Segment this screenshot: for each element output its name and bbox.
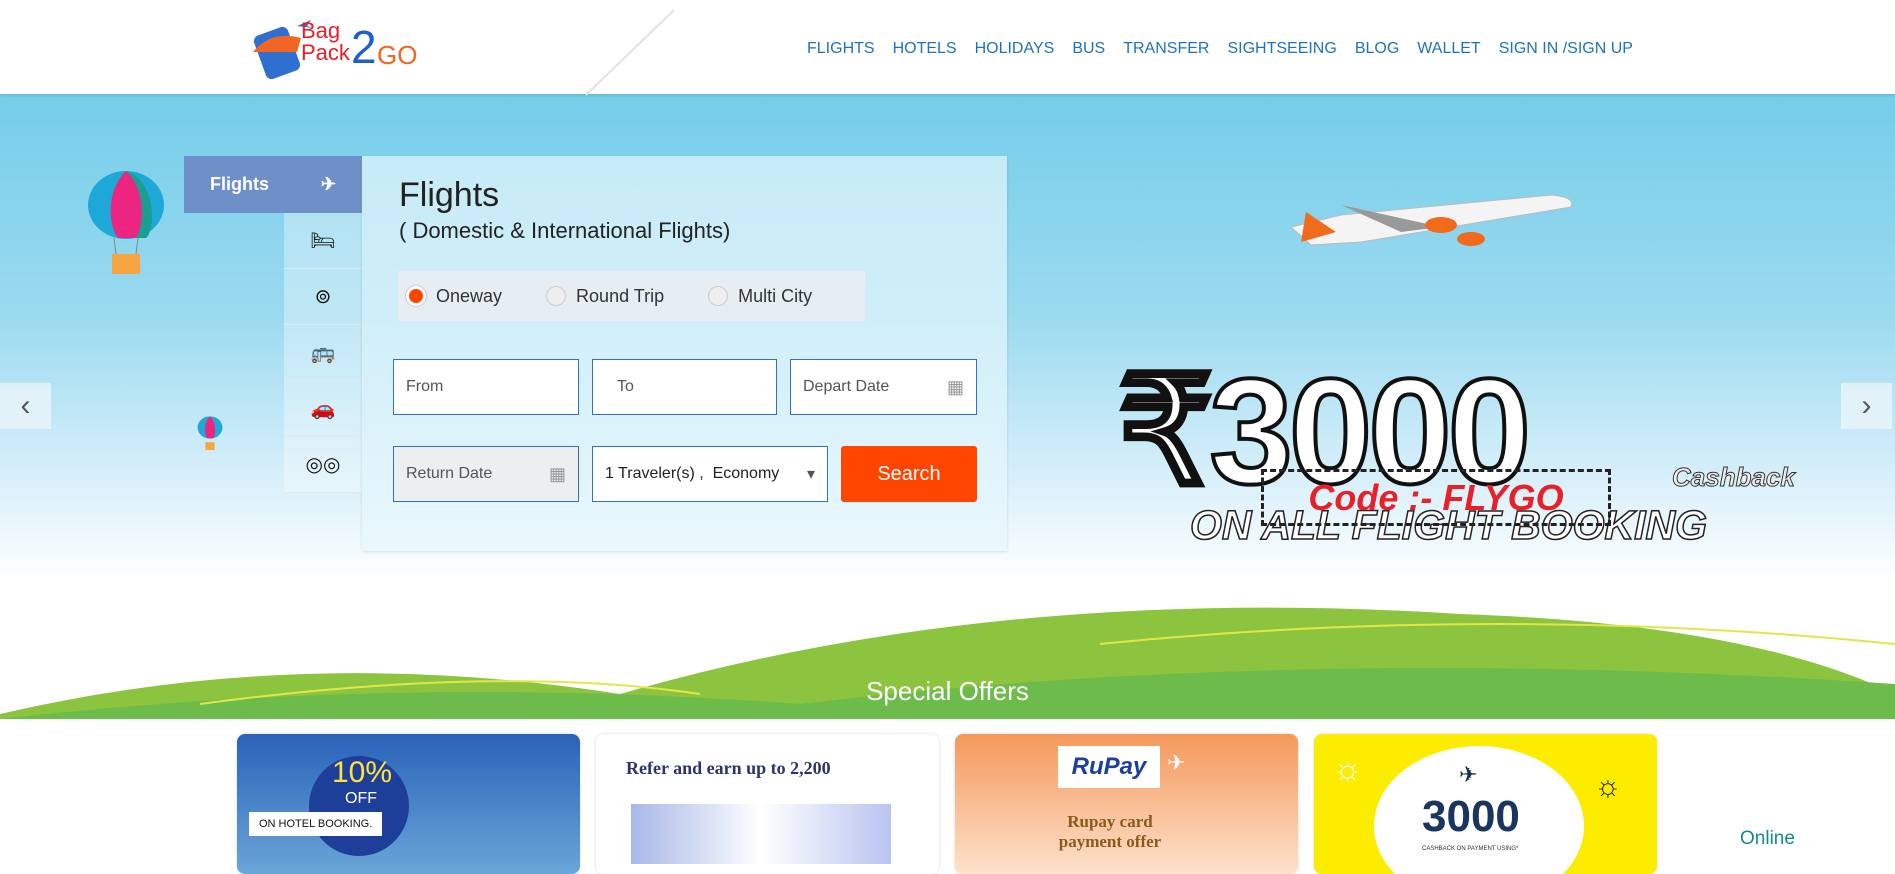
to-placeholder: To	[617, 378, 634, 395]
logo-text-pack: Pack	[301, 40, 350, 65]
from-input[interactable]: From	[393, 359, 579, 415]
trip-type-group: Oneway Round Trip Multi City	[398, 271, 865, 321]
nav-bus[interactable]: BUS	[1072, 40, 1105, 58]
nav-sign-in[interactable]: SIGN IN /SIGN UP	[1499, 40, 1633, 58]
radio-round-trip[interactable]: Round Trip	[546, 286, 664, 307]
calendar-icon: ▦	[548, 463, 566, 484]
carousel-next-button[interactable]: ›	[1841, 383, 1892, 429]
car-icon: 🚗	[310, 398, 336, 420]
logo-text-2: 2	[351, 21, 377, 73]
airplane-icon: ✈	[1167, 750, 1186, 775]
travelers-select[interactable]: 1 Traveler(s) , Economy ▾	[592, 446, 828, 502]
offer-text: Refer and earn up to 2,200	[626, 758, 831, 778]
holiday-icon: ⊚	[314, 286, 332, 308]
sun-icon: ☼	[1594, 770, 1622, 803]
offer-card-rupay[interactable]: RuPay ✈ Rupay card payment offer	[955, 734, 1298, 874]
flight-search-panel: Flights ( Domestic & International Fligh…	[362, 156, 1007, 551]
main-nav: FLIGHTS HOTELS HOLIDAYS BUS TRANSFER SIG…	[807, 40, 1651, 58]
offer-text: CASHBACK ON PAYMENT USING*	[1422, 846, 1519, 852]
offer-off: OFF	[345, 790, 377, 807]
offer-card-cashback[interactable]: ✈ 3000 CASHBACK ON PAYMENT USING* ☼ ☼	[1314, 734, 1657, 874]
offer-card-hotel[interactable]: 10% OFF ON HOTEL BOOKING.	[237, 734, 580, 874]
offer-text: Rupay card payment offer	[1058, 812, 1162, 851]
chat-status[interactable]: Online	[1740, 828, 1795, 850]
caret-down-icon: ▾	[806, 466, 815, 483]
nav-flights[interactable]: FLIGHTS	[807, 40, 875, 58]
balloon-icon	[88, 171, 164, 274]
radio-empty-icon	[708, 286, 729, 306]
depart-date-input[interactable]: Depart Date ▦	[790, 359, 977, 415]
airplane-icon: ✈	[1459, 762, 1478, 787]
from-placeholder: From	[406, 378, 444, 395]
nav-holidays[interactable]: HOLIDAYS	[975, 40, 1055, 58]
tab-flights-label: Flights	[210, 174, 269, 194]
cashback-label: Cashback	[1672, 462, 1796, 493]
sightseeing-icon: ◎◎	[305, 454, 341, 476]
radio-label: Oneway	[436, 285, 503, 306]
to-input[interactable]: To	[592, 359, 777, 415]
offer-card-refer[interactable]: Refer and earn up to 2,200	[596, 734, 939, 874]
airplane-icon: ✈	[320, 174, 336, 194]
promo-code: Code :- FLYGO	[1261, 469, 1611, 526]
tab-holidays[interactable]: ⊚	[284, 269, 362, 325]
chevron-left-icon: ‹	[20, 389, 31, 422]
panel-title: Flights	[399, 176, 500, 214]
sun-icon: ☼	[1332, 750, 1364, 788]
tab-hotels[interactable]: 🛏	[284, 213, 362, 269]
hotel-icon: 🛏	[310, 230, 336, 252]
tab-sightseeing[interactable]: ◎◎	[284, 437, 362, 493]
nav-hotels[interactable]: HOTELS	[893, 40, 957, 58]
radio-multi-city[interactable]: Multi City	[708, 286, 812, 307]
nav-sightseeing[interactable]: SIGHTSEEING	[1227, 40, 1336, 58]
carousel-prev-button[interactable]: ‹	[0, 383, 51, 429]
tab-flights[interactable]: Flights ✈	[184, 156, 362, 213]
search-button[interactable]: Search	[841, 446, 977, 502]
radio-label: Round Trip	[576, 285, 665, 306]
nav-blog[interactable]: BLOG	[1355, 40, 1399, 58]
depart-placeholder: Depart Date	[803, 378, 890, 395]
refer-illustration	[631, 804, 891, 864]
small-balloon-icon	[197, 416, 223, 451]
logo-text-go: GO	[377, 40, 418, 70]
radio-label: Multi City	[738, 285, 813, 306]
logo-text-bag: Bag	[301, 18, 341, 43]
return-date-input[interactable]: Return Date ▦	[393, 446, 579, 502]
nav-wallet[interactable]: WALLET	[1417, 40, 1480, 58]
site-header: Bag Pack 2 GO FLIGHTS HOTELS HOLIDAYS BU…	[0, 0, 1895, 94]
radio-empty-icon	[546, 286, 567, 306]
return-placeholder: Return Date	[406, 465, 493, 482]
nav-transfer[interactable]: TRANSFER	[1123, 40, 1209, 58]
rupay-logo: RuPay	[1058, 746, 1160, 788]
offer-text: ON HOTEL BOOKING.	[249, 812, 383, 836]
travelers-value: 1 Traveler(s) , Economy	[605, 465, 780, 482]
bus-icon: 🚌	[310, 342, 336, 364]
tab-transfer[interactable]: 🚗	[284, 381, 362, 437]
logo[interactable]: Bag Pack 2 GO	[251, 16, 451, 84]
tab-bus[interactable]: 🚌	[284, 325, 362, 381]
offer-amount: 3000	[1422, 792, 1520, 841]
panel-subtitle: ( Domestic & International Flights)	[399, 218, 731, 243]
special-offers-title: Special Offers	[866, 676, 1029, 706]
radio-selected-icon	[406, 286, 426, 306]
offer-percent: 10%	[332, 756, 393, 789]
chevron-right-icon: ›	[1861, 389, 1872, 422]
service-tabs: 🛏 ⊚ 🚌 🚗 ◎◎	[284, 213, 362, 493]
calendar-icon: ▦	[946, 376, 964, 397]
radio-oneway[interactable]: Oneway	[406, 286, 502, 307]
airplane-image	[1289, 194, 1573, 246]
